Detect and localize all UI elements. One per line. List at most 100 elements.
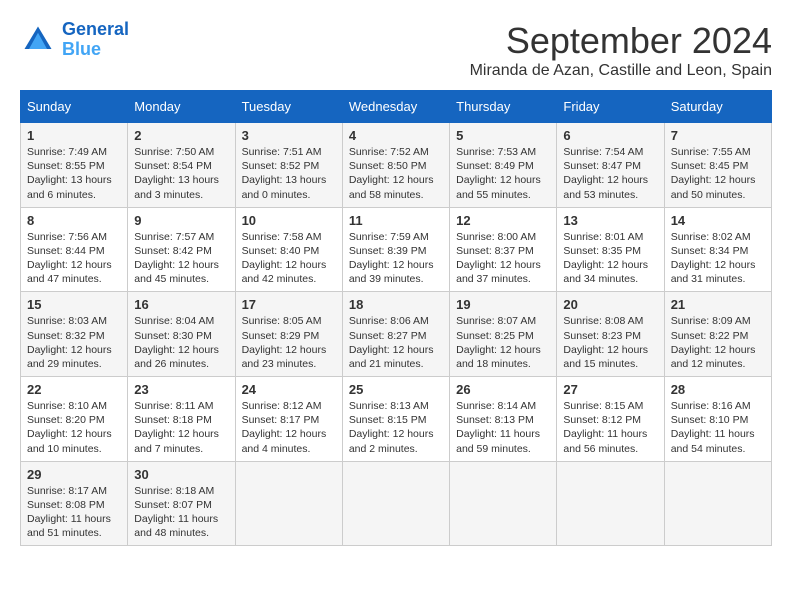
day-number: 15 — [27, 297, 121, 312]
month-title: September 2024 — [470, 20, 772, 62]
day-number: 17 — [242, 297, 336, 312]
calendar-cell: 26 Sunrise: 8:14 AMSunset: 8:13 PMDayligh… — [450, 377, 557, 462]
day-number: 22 — [27, 382, 121, 397]
day-info: Sunrise: 7:58 AMSunset: 8:40 PMDaylight:… — [242, 230, 336, 287]
calendar-table: SundayMondayTuesdayWednesdayThursdayFrid… — [20, 90, 772, 546]
day-info: Sunrise: 8:02 AMSunset: 8:34 PMDaylight:… — [671, 230, 765, 287]
day-info: Sunrise: 7:49 AMSunset: 8:55 PMDaylight:… — [27, 145, 121, 202]
calendar-cell: 6 Sunrise: 7:54 AMSunset: 8:47 PMDaylight… — [557, 123, 664, 208]
calendar-cell: 28Sunrise: 8:16 AMSunset: 8:10 PMDayligh… — [664, 377, 771, 462]
day-info: Sunrise: 7:53 AMSunset: 8:49 PMDaylight:… — [456, 145, 550, 202]
calendar-cell: 7 Sunrise: 7:55 AMSunset: 8:45 PMDaylight… — [664, 123, 771, 208]
day-number: 1 — [27, 128, 121, 143]
day-info: Sunrise: 8:07 AMSunset: 8:25 PMDaylight:… — [456, 314, 550, 371]
day-info: Sunrise: 7:54 AMSunset: 8:47 PMDaylight:… — [563, 145, 657, 202]
column-header-saturday: Saturday — [664, 91, 771, 123]
day-number: 18 — [349, 297, 443, 312]
day-info: Sunrise: 8:14 AMSunset: 8:13 PMDaylight:… — [456, 399, 550, 456]
day-number: 14 — [671, 213, 765, 228]
day-info: Sunrise: 8:01 AMSunset: 8:35 PMDaylight:… — [563, 230, 657, 287]
calendar-cell: 16 Sunrise: 8:04 AMSunset: 8:30 PMDayligh… — [128, 292, 235, 377]
calendar-cell: 14 Sunrise: 8:02 AMSunset: 8:34 PMDayligh… — [664, 207, 771, 292]
calendar-week-row: 1 Sunrise: 7:49 AMSunset: 8:55 PMDaylight… — [21, 123, 772, 208]
day-info: Sunrise: 7:59 AMSunset: 8:39 PMDaylight:… — [349, 230, 443, 287]
calendar-cell: 30Sunrise: 8:18 AMSunset: 8:07 PMDayligh… — [128, 461, 235, 546]
calendar-cell — [235, 461, 342, 546]
calendar-cell: 18 Sunrise: 8:06 AMSunset: 8:27 PMDayligh… — [342, 292, 449, 377]
column-header-wednesday: Wednesday — [342, 91, 449, 123]
day-number: 13 — [563, 213, 657, 228]
calendar-cell: 3 Sunrise: 7:51 AMSunset: 8:52 PMDaylight… — [235, 123, 342, 208]
calendar-cell: 11 Sunrise: 7:59 AMSunset: 8:39 PMDayligh… — [342, 207, 449, 292]
day-number: 26 — [456, 382, 550, 397]
day-number: 7 — [671, 128, 765, 143]
calendar-cell: 8 Sunrise: 7:56 AMSunset: 8:44 PMDaylight… — [21, 207, 128, 292]
calendar-cell: 24 Sunrise: 8:12 AMSunset: 8:17 PMDayligh… — [235, 377, 342, 462]
logo-text: General Blue — [62, 20, 129, 60]
day-info: Sunrise: 7:56 AMSunset: 8:44 PMDaylight:… — [27, 230, 121, 287]
calendar-cell: 5 Sunrise: 7:53 AMSunset: 8:49 PMDaylight… — [450, 123, 557, 208]
calendar-cell — [450, 461, 557, 546]
day-info: Sunrise: 7:57 AMSunset: 8:42 PMDaylight:… — [134, 230, 228, 287]
calendar-week-row: 29 Sunrise: 8:17 AMSunset: 8:08 PMDayligh… — [21, 461, 772, 546]
day-number: 20 — [563, 297, 657, 312]
day-info: Sunrise: 8:09 AMSunset: 8:22 PMDaylight:… — [671, 314, 765, 371]
calendar-cell: 27Sunrise: 8:15 AMSunset: 8:12 PMDayligh… — [557, 377, 664, 462]
day-number: 3 — [242, 128, 336, 143]
day-number: 12 — [456, 213, 550, 228]
column-header-friday: Friday — [557, 91, 664, 123]
calendar-header-row: SundayMondayTuesdayWednesdayThursdayFrid… — [21, 91, 772, 123]
day-info: Sunrise: 8:16 AMSunset: 8:10 PMDaylight:… — [671, 399, 765, 456]
day-number: 11 — [349, 213, 443, 228]
day-info: Sunrise: 7:52 AMSunset: 8:50 PMDaylight:… — [349, 145, 443, 202]
day-info: Sunrise: 8:06 AMSunset: 8:27 PMDaylight:… — [349, 314, 443, 371]
day-info: Sunrise: 8:13 AMSunset: 8:15 PMDaylight:… — [349, 399, 443, 456]
column-header-sunday: Sunday — [21, 91, 128, 123]
day-number: 5 — [456, 128, 550, 143]
calendar-cell: 20 Sunrise: 8:08 AMSunset: 8:23 PMDayligh… — [557, 292, 664, 377]
calendar-cell: 1 Sunrise: 7:49 AMSunset: 8:55 PMDaylight… — [21, 123, 128, 208]
calendar-cell — [342, 461, 449, 546]
day-number: 30 — [134, 467, 228, 482]
day-info: Sunrise: 8:12 AMSunset: 8:17 PMDaylight:… — [242, 399, 336, 456]
day-info: Sunrise: 8:00 AMSunset: 8:37 PMDaylight:… — [456, 230, 550, 287]
day-number: 6 — [563, 128, 657, 143]
calendar-cell: 2Sunrise: 7:50 AMSunset: 8:54 PMDaylight… — [128, 123, 235, 208]
day-info: Sunrise: 7:51 AMSunset: 8:52 PMDaylight:… — [242, 145, 336, 202]
calendar-cell: 13 Sunrise: 8:01 AMSunset: 8:35 PMDayligh… — [557, 207, 664, 292]
day-number: 23 — [134, 382, 228, 397]
calendar-cell — [664, 461, 771, 546]
day-info: Sunrise: 8:03 AMSunset: 8:32 PMDaylight:… — [27, 314, 121, 371]
day-info: Sunrise: 8:04 AMSunset: 8:30 PMDaylight:… — [134, 314, 228, 371]
day-info: Sunrise: 8:08 AMSunset: 8:23 PMDaylight:… — [563, 314, 657, 371]
day-info: Sunrise: 8:17 AMSunset: 8:08 PMDaylight:… — [27, 484, 121, 541]
calendar-cell: 22 Sunrise: 8:10 AMSunset: 8:20 PMDayligh… — [21, 377, 128, 462]
day-number: 29 — [27, 467, 121, 482]
calendar-cell: 17 Sunrise: 8:05 AMSunset: 8:29 PMDayligh… — [235, 292, 342, 377]
calendar-week-row: 8 Sunrise: 7:56 AMSunset: 8:44 PMDaylight… — [21, 207, 772, 292]
day-number: 8 — [27, 213, 121, 228]
day-info: Sunrise: 8:05 AMSunset: 8:29 PMDaylight:… — [242, 314, 336, 371]
calendar-cell: 29 Sunrise: 8:17 AMSunset: 8:08 PMDayligh… — [21, 461, 128, 546]
calendar-week-row: 15 Sunrise: 8:03 AMSunset: 8:32 PMDayligh… — [21, 292, 772, 377]
location-subtitle: Miranda de Azan, Castille and Leon, Spai… — [470, 62, 772, 80]
day-number: 25 — [349, 382, 443, 397]
calendar-cell: 15 Sunrise: 8:03 AMSunset: 8:32 PMDayligh… — [21, 292, 128, 377]
day-number: 24 — [242, 382, 336, 397]
column-header-monday: Monday — [128, 91, 235, 123]
calendar-cell: 25 Sunrise: 8:13 AMSunset: 8:15 PMDayligh… — [342, 377, 449, 462]
header: General Blue September 2024 Miranda de A… — [20, 20, 772, 80]
calendar-cell: 12 Sunrise: 8:00 AMSunset: 8:37 PMDayligh… — [450, 207, 557, 292]
day-number: 16 — [134, 297, 228, 312]
day-info: Sunrise: 8:11 AMSunset: 8:18 PMDaylight:… — [134, 399, 228, 456]
day-number: 10 — [242, 213, 336, 228]
calendar-cell: 23 Sunrise: 8:11 AMSunset: 8:18 PMDayligh… — [128, 377, 235, 462]
logo-icon — [20, 22, 56, 58]
calendar-cell: 4Sunrise: 7:52 AMSunset: 8:50 PMDaylight… — [342, 123, 449, 208]
day-number: 9 — [134, 213, 228, 228]
day-number: 21 — [671, 297, 765, 312]
day-info: Sunrise: 8:10 AMSunset: 8:20 PMDaylight:… — [27, 399, 121, 456]
logo: General Blue — [20, 20, 129, 60]
calendar-cell: 21 Sunrise: 8:09 AMSunset: 8:22 PMDayligh… — [664, 292, 771, 377]
day-info: Sunrise: 7:55 AMSunset: 8:45 PMDaylight:… — [671, 145, 765, 202]
